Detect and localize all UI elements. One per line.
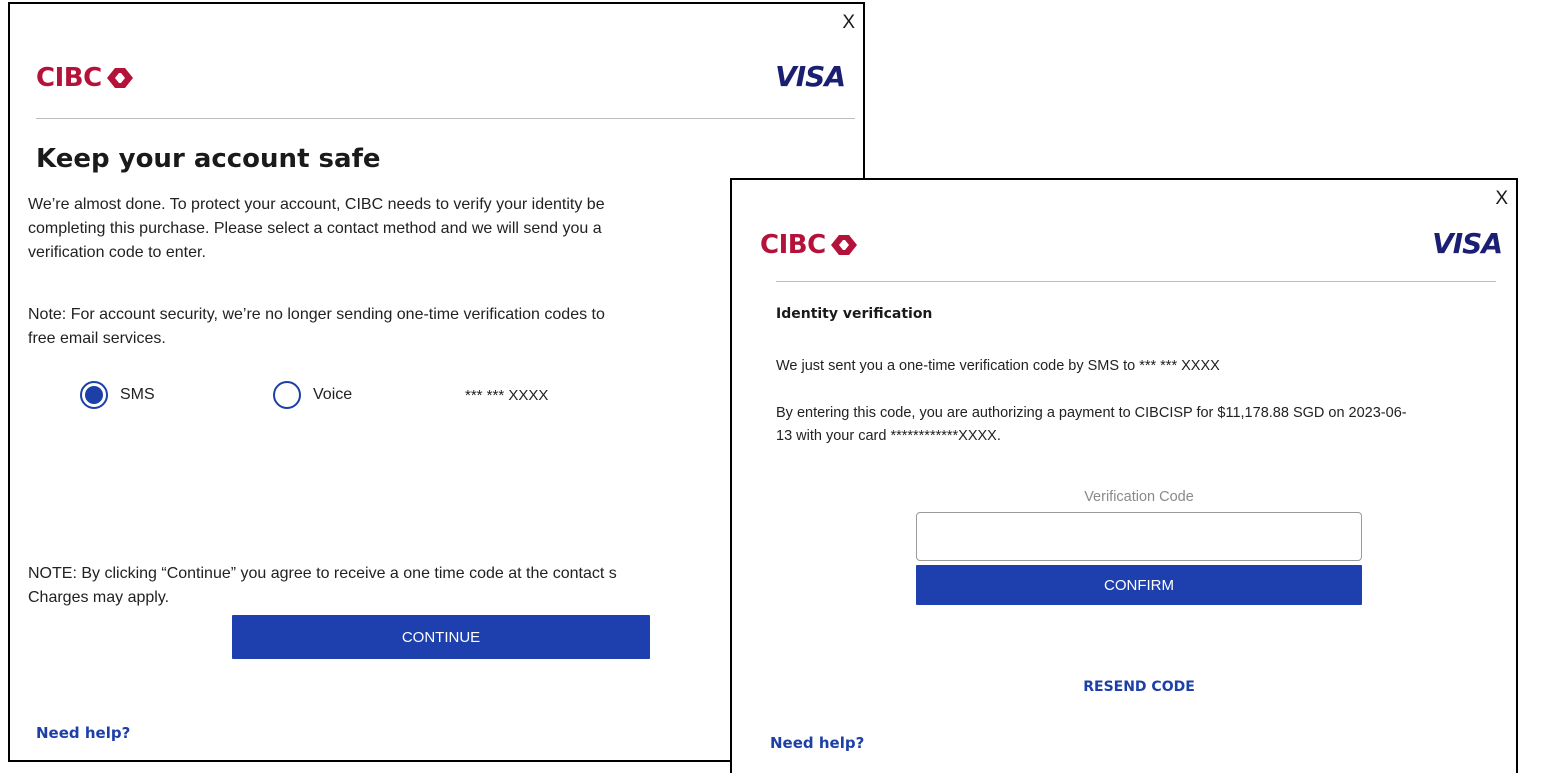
confirm-button[interactable]: CONFIRM	[916, 565, 1362, 605]
note-line: Note: For account security, we’re no lon…	[28, 306, 605, 323]
cibc-logo-text: CIBC	[36, 63, 102, 93]
payment-authorization-text: By entering this code, you are authorizi…	[776, 402, 1407, 448]
cibc-diamond-icon	[830, 235, 857, 255]
cibc-logo-text: CIBC	[760, 230, 826, 260]
cibc-logo: CIBC	[760, 230, 859, 260]
authorization-line: 13 with your card ************XXXX.	[776, 428, 1001, 444]
intro-line: We’re almost done. To protect your accou…	[28, 196, 605, 213]
page-title: Identity verification	[776, 306, 933, 322]
voice-label: Voice	[313, 386, 353, 403]
consent-line: NOTE: By clicking “Continue” you agree t…	[28, 565, 617, 582]
sms-option[interactable]: SMS	[80, 381, 155, 409]
verification-code-label: Verification Code	[1084, 489, 1194, 505]
visa-logo: VISA	[775, 60, 846, 93]
voice-option[interactable]: Voice	[273, 381, 352, 409]
intro-line: verification code to enter.	[28, 244, 206, 261]
header-divider	[36, 118, 855, 119]
intro-text: We’re almost done. To protect your accou…	[28, 193, 605, 265]
need-help-link[interactable]: Need help?	[36, 724, 130, 742]
sms-label: SMS	[120, 386, 155, 403]
security-note: Note: For account security, we’re no lon…	[28, 303, 605, 351]
header-divider	[776, 281, 1496, 282]
consent-note: NOTE: By clicking “Continue” you agree t…	[28, 562, 617, 610]
cibc-logo: CIBC	[36, 63, 135, 93]
sms-radio[interactable]	[80, 381, 108, 409]
visa-logo: VISA	[1432, 227, 1503, 260]
code-sent-text: We just sent you a one-time verification…	[776, 358, 1220, 374]
cibc-diamond-icon	[106, 68, 133, 88]
need-help-link[interactable]: Need help?	[770, 734, 864, 752]
resend-code-link[interactable]: RESEND CODE	[916, 679, 1362, 695]
verification-code-input[interactable]	[916, 512, 1362, 561]
authorization-line: By entering this code, you are authorizi…	[776, 405, 1407, 421]
intro-line: completing this purchase. Please select …	[28, 220, 602, 237]
identity-verification-dialog: X CIBC VISA Identity verification We jus…	[730, 178, 1518, 773]
close-button[interactable]: X	[1495, 188, 1508, 210]
masked-phone-number: *** *** XXXX	[465, 387, 549, 404]
note-line: free email services.	[28, 330, 166, 347]
page-title: Keep your account safe	[36, 144, 381, 174]
continue-button[interactable]: CONTINUE	[232, 615, 650, 659]
close-button[interactable]: X	[842, 12, 855, 34]
consent-line: Charges may apply.	[28, 589, 170, 606]
voice-radio[interactable]	[273, 381, 301, 409]
